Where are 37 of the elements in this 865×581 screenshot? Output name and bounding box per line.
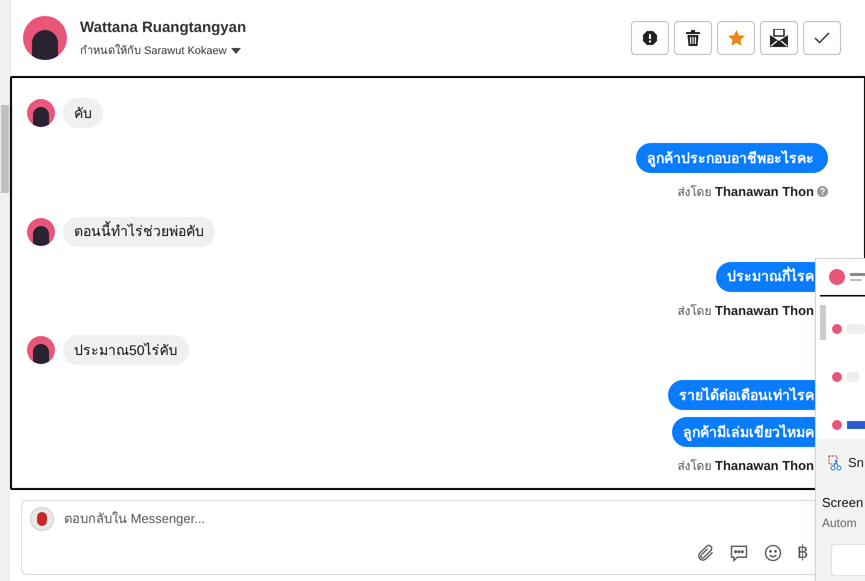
star-button[interactable] [717, 21, 755, 55]
app-name: Sn [848, 454, 864, 472]
notification-text: Autom [821, 515, 858, 532]
caret-icon [230, 48, 241, 54]
contact-name: Wattana Ruangtangyan [80, 18, 246, 38]
scissors-icon [828, 454, 842, 471]
report-button[interactable] [631, 21, 669, 55]
reply-input[interactable]: ตอบกลับใน Messenger... [64, 509, 664, 529]
message-bubble: ลูกค้าประกอบอาชีพอะไรคะ [636, 143, 828, 173]
sent-by-label: ส่งโดย Thanawan Thon [678, 457, 814, 475]
smiley-icon[interactable] [763, 542, 783, 562]
scrollbar[interactable] [0, 0, 10, 581]
trash-icon [686, 30, 700, 46]
scrollbar-thumb[interactable] [1, 105, 9, 193]
baht-button[interactable]: ฿ [797, 539, 808, 566]
paperclip-icon[interactable] [695, 542, 715, 562]
sent-by-label: ส่งโดย Thanawan Thon [678, 183, 814, 201]
help-icon[interactable] [817, 186, 828, 198]
avatar [23, 16, 67, 60]
star-icon [728, 30, 744, 46]
avatar [27, 336, 55, 364]
mail-button[interactable] [760, 21, 798, 55]
mail-icon [770, 29, 788, 47]
sent-by-label: ส่งโดย Thanawan Thon [678, 302, 814, 320]
screenshot-thumbnail-drawing[interactable] [816, 259, 865, 439]
assignee-dropdown[interactable]: กำหนดให้กับ Sarawut Kokaew [80, 43, 246, 60]
avatar [27, 99, 55, 127]
message-bubble: ประมาณ50ไร่คับ [63, 335, 189, 365]
chat-icon[interactable] [729, 542, 749, 562]
avatar [27, 218, 55, 246]
avatar [30, 507, 54, 531]
check-icon [814, 32, 830, 44]
message-bubble: คับ [63, 98, 103, 128]
alert-icon [642, 30, 658, 46]
done-button[interactable] [803, 21, 841, 55]
message-bubble: ตอนนี้ทำไร่ช่วยพ่อคับ [63, 216, 215, 246]
delete-button[interactable] [674, 21, 712, 55]
